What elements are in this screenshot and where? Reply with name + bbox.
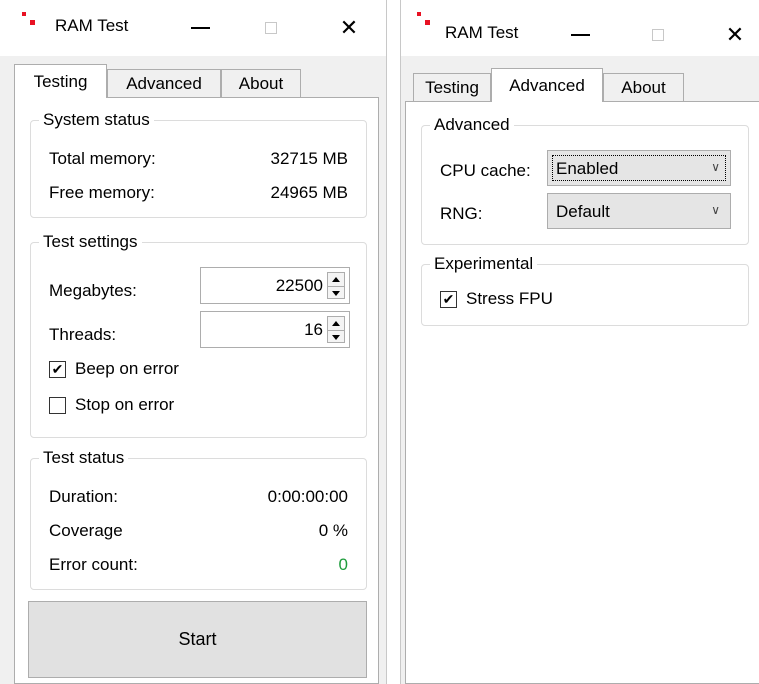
free-memory-label: Free memory: [49,183,155,202]
advanced-legend: Advanced [430,115,514,135]
stress-fpu-label: Stress FPU [466,289,553,308]
megabytes-spinner[interactable] [327,272,345,299]
coverage-value: 0 % [318,521,348,540]
empty-checkbox-icon[interactable] [49,396,66,414]
free-memory-row: Free memory: 24965 MB [49,183,348,203]
chevron-down-icon: ∨ [711,203,720,217]
error-count-row: Error count: 0 [49,555,348,575]
stop-on-error-label: Stop on error [75,395,175,414]
ram-test-window-testing: RAM Test ✕ Testing Advanced About System… [0,0,387,684]
maximize-icon [652,29,664,41]
maximize-button[interactable] [248,0,294,56]
tab-testing[interactable]: Testing [14,64,107,98]
duration-row: Duration: 0:00:00:00 [49,487,348,507]
duration-label: Duration: [49,487,118,506]
tab-advanced[interactable]: Advanced [107,69,221,98]
threads-spinner[interactable] [327,316,345,343]
spin-down-icon[interactable] [328,287,344,300]
window-title: RAM Test [445,23,519,42]
tab-strip: Testing Advanced About [413,68,753,102]
tab-about[interactable]: About [221,69,301,98]
window-title: RAM Test [55,16,129,35]
tab-panel-advanced: Advanced CPU cache: Enabled ∨ RNG: Defau… [405,101,759,684]
minimize-button[interactable] [177,0,223,56]
minimize-icon [190,27,210,29]
rng-select[interactable]: Default ∨ [547,193,731,229]
minimize-button[interactable] [557,7,603,63]
tab-about[interactable]: About [603,73,684,102]
spin-up-icon[interactable] [328,273,344,287]
spin-down-icon[interactable] [328,331,344,344]
test-status-legend: Test status [39,448,129,468]
close-icon: ✕ [725,22,745,47]
window-gap [387,0,400,684]
beep-on-error-label: Beep on error [75,359,179,378]
megabytes-stepper[interactable]: 22500 [200,267,350,304]
title-bar[interactable]: RAM Test ✕ [0,0,386,56]
experimental-group: Experimental ✔ Stress FPU [421,254,749,326]
cpu-cache-value: Enabled [556,159,619,178]
spin-up-icon[interactable] [328,317,344,331]
checkmark-icon[interactable]: ✔ [440,290,457,308]
megabytes-value: 22500 [275,276,323,295]
advanced-group: Advanced CPU cache: Enabled ∨ RNG: Defau… [421,115,749,245]
system-status-group: System status Total memory: 32715 MB Fre… [30,110,367,218]
coverage-label: Coverage [49,521,123,540]
test-status-group: Test status Duration: 0:00:00:00 Coverag… [30,448,367,590]
duration-value: 0:00:00:00 [267,487,348,506]
threads-value: 16 [304,320,323,339]
title-bar[interactable]: RAM Test ✕ [401,0,759,56]
experimental-legend: Experimental [430,254,538,274]
tab-strip: Testing Advanced About [14,64,374,98]
tab-panel-testing: System status Total memory: 32715 MB Fre… [14,97,379,684]
total-memory-value: 32715 MB [270,149,349,168]
tab-testing[interactable]: Testing [413,73,491,102]
start-button[interactable]: Start [28,601,367,678]
stop-on-error-checkbox[interactable]: Stop on error [49,395,174,415]
stress-fpu-checkbox[interactable]: ✔ Stress FPU [440,289,553,309]
total-memory-label: Total memory: [49,149,156,168]
error-count-label: Error count: [49,555,138,574]
app-icon [22,12,36,30]
ram-test-window-advanced: RAM Test ✕ Testing Advanced About Advanc… [400,0,759,684]
tab-advanced[interactable]: Advanced [491,68,603,102]
rng-value: Default [556,202,610,221]
minimize-icon [570,34,590,36]
app-icon [417,12,431,30]
close-button[interactable]: ✕ [326,0,372,56]
cpu-cache-select[interactable]: Enabled ∨ [547,150,731,186]
test-settings-legend: Test settings [39,232,142,252]
close-icon: ✕ [339,15,359,40]
checkmark-icon[interactable]: ✔ [49,360,66,378]
beep-on-error-checkbox[interactable]: ✔ Beep on error [49,359,179,379]
chevron-down-icon: ∨ [711,160,720,174]
total-memory-row: Total memory: 32715 MB [49,149,348,169]
free-memory-value: 24965 MB [270,183,349,202]
test-settings-group: Test settings Megabytes: 22500 Threads: … [30,232,367,438]
threads-stepper[interactable]: 16 [200,311,350,348]
close-button[interactable]: ✕ [712,7,758,63]
maximize-button[interactable] [635,7,681,63]
maximize-icon [265,22,277,34]
error-count-value: 0 [338,555,348,574]
system-status-legend: System status [39,110,154,130]
coverage-row: Coverage 0 % [49,521,348,541]
